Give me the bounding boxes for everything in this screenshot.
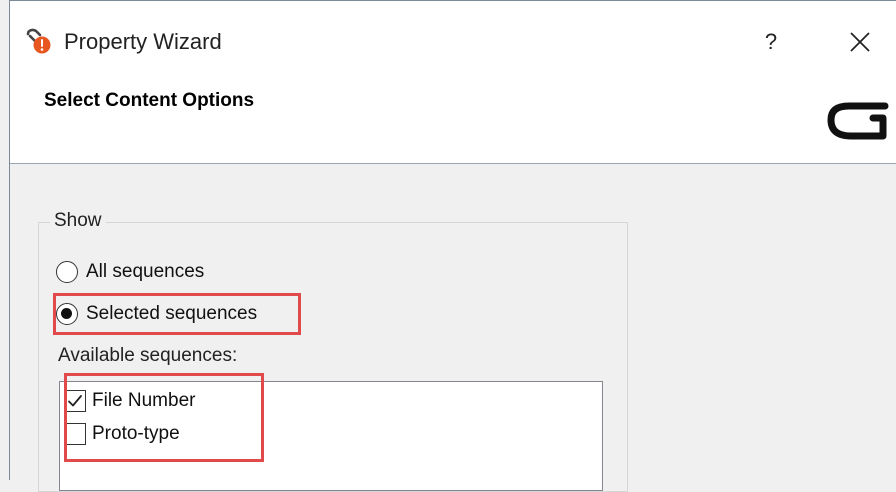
checkbox[interactable] — [64, 390, 86, 412]
sequence-item-file-number[interactable]: File Number — [64, 387, 195, 415]
wizard-header: Select Content Options — [10, 81, 896, 164]
radio-selected-sequences[interactable]: Selected sequences — [56, 299, 257, 329]
sequence-label: Proto-type — [92, 423, 180, 444]
radio-button[interactable] — [56, 303, 78, 325]
radio-all-sequences[interactable]: All sequences — [56, 257, 204, 287]
window-title: Property Wizard — [64, 29, 222, 54]
check-icon — [68, 395, 82, 407]
sequence-item-proto-type[interactable]: Proto-type — [64, 420, 180, 448]
available-sequences-label: Available sequences: — [58, 345, 238, 366]
sequence-label: File Number — [92, 390, 196, 411]
show-group-label: Show — [50, 209, 106, 233]
app-icon — [24, 27, 56, 57]
step-title: Select Content Options — [44, 90, 255, 111]
checkbox[interactable] — [64, 423, 86, 445]
help-button[interactable]: ? — [752, 23, 790, 61]
brand-logo-icon — [825, 96, 896, 142]
close-icon — [840, 32, 880, 65]
radio-label: All sequences — [86, 261, 205, 282]
title-bar: Property Wizard ? — [10, 1, 896, 81]
radio-label: Selected sequences — [86, 303, 258, 324]
close-button[interactable] — [840, 23, 880, 61]
radio-button[interactable] — [56, 261, 78, 283]
